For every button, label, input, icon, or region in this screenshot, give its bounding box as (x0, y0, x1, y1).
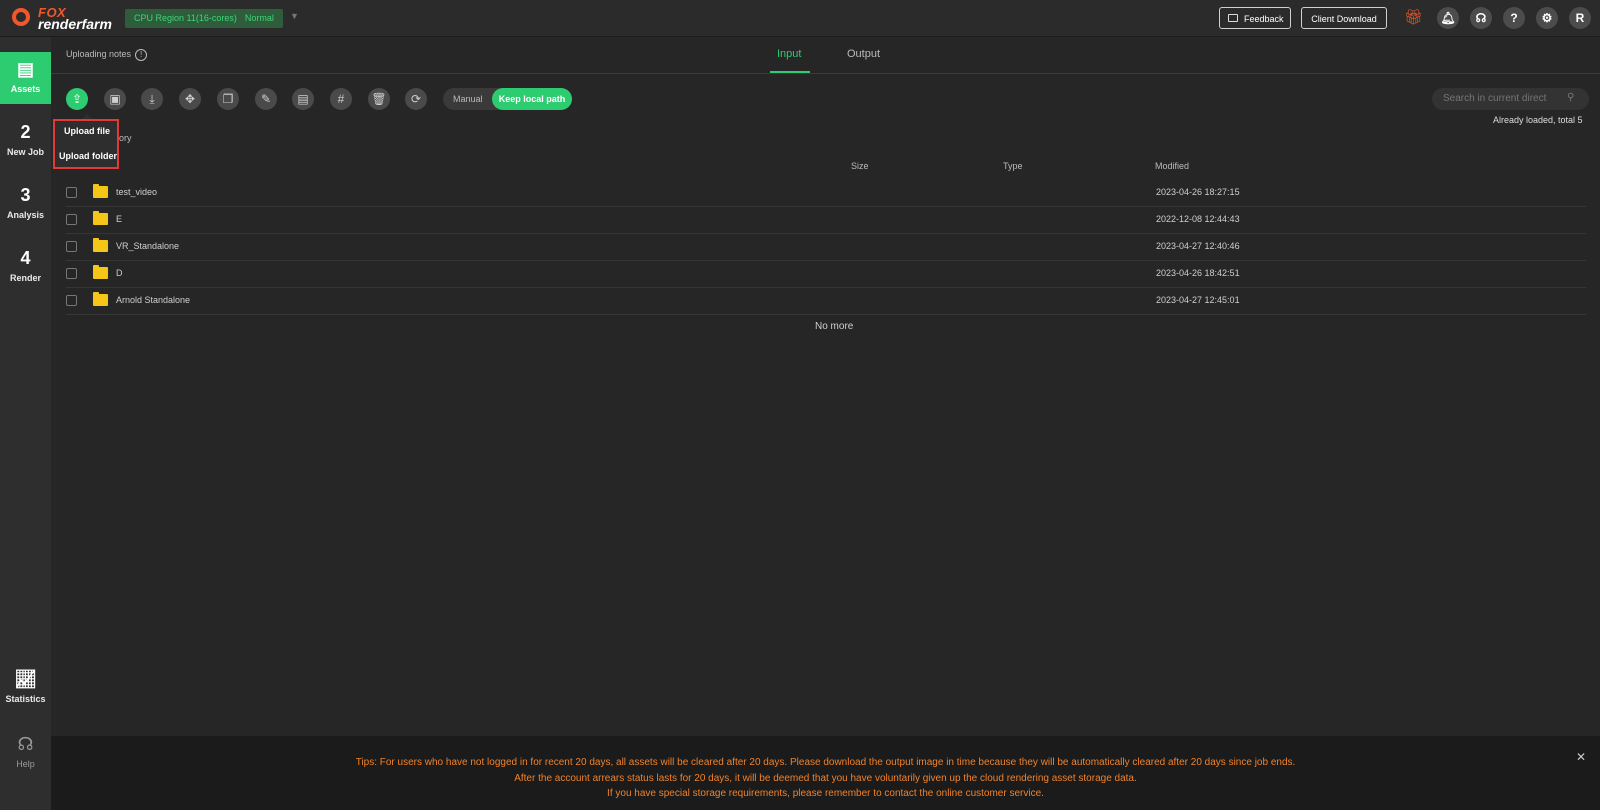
upload-folder-option[interactable]: Upload folder (59, 151, 117, 161)
file-name[interactable]: D (116, 268, 123, 278)
gift-icon[interactable]: 🎁︎ (1404, 9, 1423, 27)
breadcrumb[interactable]: ory (119, 133, 132, 143)
region-selector[interactable]: CPU Region 11(16-cores) Normal (125, 9, 283, 28)
column-header-type[interactable]: Type (1003, 161, 1023, 171)
support-icon[interactable]: ☊ (1470, 7, 1492, 29)
column-header-modified[interactable]: Modified (1155, 161, 1189, 171)
region-status: Normal (244, 13, 274, 23)
client-download-button[interactable]: Client Download (1301, 7, 1387, 29)
modified-date: 2023-04-26 18:27:15 (1156, 187, 1240, 197)
path-mode-toggle[interactable]: Manual Keep local path (443, 88, 572, 110)
tip-line: After the account arrears status lasts f… (514, 772, 1137, 784)
tab-input[interactable]: Input (777, 48, 801, 60)
modified-date: 2023-04-26 18:42:51 (1156, 268, 1240, 278)
upload-menu: Upload file Upload folder (53, 119, 119, 169)
copy-icon[interactable]: ❐ (217, 88, 239, 110)
refresh-icon[interactable]: ⟳ (405, 88, 427, 110)
folder-icon (93, 238, 108, 252)
loaded-count: Already loaded, total 5 (1493, 115, 1583, 125)
upload-file-option[interactable]: Upload file (64, 126, 110, 136)
region-name: CPU Region 11(16-cores) (134, 13, 237, 23)
sub-header: Uploading notes! Input Output (51, 37, 1600, 74)
hash-icon[interactable]: # (330, 88, 352, 110)
feedback-label: Feedback (1244, 14, 1284, 24)
row-checkbox[interactable] (66, 214, 77, 225)
sidebar: ▤ Assets 2 New Job 3 Analysis 4 Render 📈… (0, 37, 51, 810)
move-icon[interactable]: ✥ (179, 88, 201, 110)
new-job-icon: 2 (20, 122, 31, 142)
modified-date: 2023-04-27 12:45:01 (1156, 295, 1240, 305)
manual-option[interactable]: Manual (453, 88, 483, 110)
table-row[interactable]: D 2023-04-26 18:42:51 (66, 260, 1586, 288)
search-input[interactable] (1432, 88, 1589, 110)
info-icon: ! (135, 49, 148, 61)
help-icon[interactable]: ? (1503, 7, 1525, 29)
avatar[interactable]: R (1569, 7, 1591, 29)
tip-line: If you have special storage requirements… (607, 788, 1044, 799)
new-folder-icon[interactable]: ▣ (104, 88, 126, 110)
file-name[interactable]: VR_Standalone (116, 241, 179, 251)
chevron-down-icon[interactable]: ▼ (290, 11, 299, 21)
folder-icon (93, 211, 108, 225)
assets-icon: ▤ (16, 59, 34, 79)
file-name[interactable]: Arnold Standalone (116, 295, 190, 305)
file-name[interactable]: test_video (116, 187, 157, 197)
row-checkbox[interactable] (66, 268, 77, 279)
tips-banner: Tips: For users who have not logged in f… (51, 736, 1600, 810)
modified-date: 2022-12-08 12:44:43 (1156, 214, 1240, 224)
tip-line: Tips: For users who have not logged in f… (355, 757, 1296, 768)
trash-icon[interactable]: 🗑︎ (368, 88, 390, 110)
sidebar-item-label: New Job (6, 147, 44, 157)
uploading-notes-label: Uploading notes (66, 49, 132, 59)
file-name[interactable]: E (116, 214, 122, 224)
folder-icon (93, 184, 108, 198)
chart-icon: 📈︎ (14, 669, 37, 689)
active-tab-indicator (770, 71, 810, 73)
sidebar-item-statistics[interactable]: 📈︎ Statistics (0, 662, 51, 714)
keep-local-path-option[interactable]: Keep local path (492, 88, 572, 110)
upload-icon[interactable]: ⇪ (66, 88, 88, 110)
sidebar-item-help[interactable]: ☊ Help (0, 727, 51, 779)
logo-line2: renderfarm (38, 16, 112, 32)
headset-icon: ☊ (17, 734, 34, 754)
sidebar-item-analysis[interactable]: 3 Analysis (0, 178, 51, 230)
no-more-text: No more (815, 321, 854, 332)
table-row[interactable]: E 2022-12-08 12:44:43 (66, 206, 1586, 234)
tab-output[interactable]: Output (847, 48, 880, 60)
close-icon[interactable]: ✕ (1576, 750, 1586, 766)
table-row[interactable]: VR_Standalone 2023-04-27 12:40:46 (66, 233, 1586, 261)
analysis-icon: 3 (20, 185, 31, 205)
search-icon[interactable]: ⚲ (1567, 92, 1574, 103)
render-icon: 4 (20, 248, 31, 268)
sidebar-item-label: Help (16, 759, 35, 769)
fox-logo-icon (12, 8, 30, 26)
modified-date: 2023-04-27 12:40:46 (1156, 241, 1240, 251)
download-icon[interactable]: ⤓ (141, 88, 163, 110)
sidebar-item-label: Assets (10, 84, 41, 94)
top-bar: FOX renderfarm CPU Region 11(16-cores) No… (0, 0, 1600, 37)
bell-icon[interactable]: 🔔︎ (1437, 7, 1459, 29)
edit-icon[interactable]: ✎ (255, 88, 277, 110)
uploading-notes[interactable]: Uploading notes! (66, 49, 148, 61)
row-checkbox[interactable] (66, 187, 77, 198)
feedback-icon (1228, 14, 1238, 22)
row-checkbox[interactable] (66, 241, 77, 252)
folder-icon (93, 292, 108, 306)
column-header-size[interactable]: Size (851, 161, 869, 171)
sidebar-item-render[interactable]: 4 Render (0, 241, 51, 293)
logo[interactable]: FOX renderfarm (10, 5, 120, 32)
sidebar-item-new-job[interactable]: 2 New Job (0, 115, 51, 167)
row-checkbox[interactable] (66, 295, 77, 306)
document-icon[interactable]: ▤ (292, 88, 314, 110)
sidebar-item-label: Statistics (5, 694, 46, 704)
feedback-button[interactable]: Feedback (1219, 7, 1291, 29)
folder-icon (93, 265, 108, 279)
sidebar-item-assets[interactable]: ▤ Assets (0, 52, 51, 104)
sidebar-item-label: Render (9, 273, 41, 283)
table-row[interactable]: Arnold Standalone 2023-04-27 12:45:01 (66, 287, 1586, 315)
table-row[interactable]: test_video 2023-04-26 18:27:15 (66, 179, 1586, 207)
sidebar-item-label: Analysis (6, 210, 45, 220)
gear-icon[interactable]: ⚙ (1536, 7, 1558, 29)
